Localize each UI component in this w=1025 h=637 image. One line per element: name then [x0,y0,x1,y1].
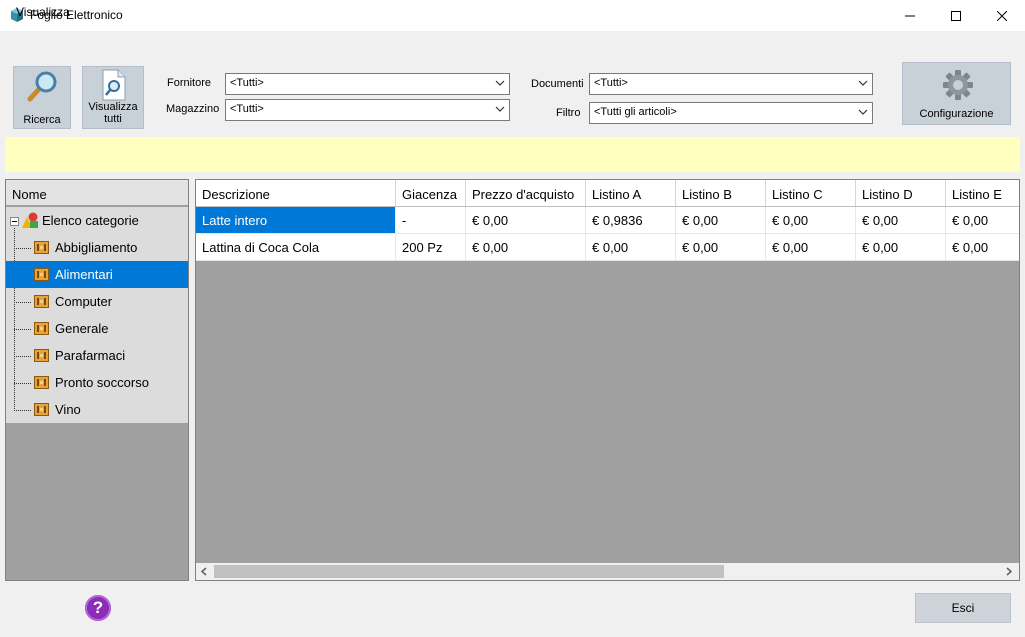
documenti-value: <Tutti> [594,77,628,89]
tree-item-vino[interactable]: Vino [6,396,188,423]
tree-item-label: Pronto soccorso [55,375,149,390]
column-header-listino-a[interactable]: Listino A [586,180,676,206]
grid-header: Descrizione Giacenza Prezzo d'acquisto L… [196,180,1019,207]
tree-item-label: Generale [55,321,109,336]
collapse-icon[interactable] [10,217,19,226]
title-bar [0,0,1025,31]
cell-descrizione[interactable]: Latte intero [196,207,396,234]
close-icon [997,10,1007,21]
categories-icon [22,212,38,228]
cell-prezzo-acquisto[interactable]: € 0,00 [466,234,586,261]
folder-icon [34,349,49,362]
chevron-down-icon [858,80,868,86]
category-tree: Elenco categorie Abbigliamento Alimentar… [6,207,188,423]
folder-icon [34,268,49,281]
gear-icon [943,70,973,100]
cell-listino-d[interactable]: € 0,00 [856,234,946,261]
filtro-value: <Tutti gli articoli> [594,106,677,118]
tree-item-label: Abbigliamento [55,240,138,255]
column-header-prezzo-acquisto[interactable]: Prezzo d'acquisto [466,180,586,206]
cell-listino-c[interactable]: € 0,00 [766,234,856,261]
configuration-label: Configurazione [919,108,994,120]
document-search-icon [102,69,126,101]
search-button-label: Ricerca [23,114,61,126]
maximize-button[interactable] [933,0,979,31]
scroll-left-icon[interactable] [200,567,208,576]
column-header-listino-b[interactable]: Listino B [676,180,766,206]
minimize-icon [905,15,915,16]
folder-icon [34,322,49,335]
table-row[interactable]: Lattina di Coca Cola 200 Pz € 0,00 € 0,0… [196,234,1019,261]
close-button[interactable] [979,0,1025,31]
tree-root-elenco-categorie[interactable]: Elenco categorie [6,207,188,234]
scroll-right-icon[interactable] [1005,567,1013,576]
cell-listino-c[interactable]: € 0,00 [766,207,856,234]
info-bar [5,137,1020,172]
cell-listino-d[interactable]: € 0,00 [856,207,946,234]
tree-item-abbigliamento[interactable]: Abbigliamento [6,234,188,261]
search-button[interactable]: Ricerca [13,66,71,129]
tree-root-label: Elenco categorie [42,213,139,228]
cell-listino-a[interactable]: € 0,00 [586,234,676,261]
horizontal-scrollbar[interactable] [196,563,1019,580]
column-header-descrizione[interactable]: Descrizione [196,180,396,206]
maximize-icon [951,10,961,21]
cell-listino-a[interactable]: € 0,9836 [586,207,676,234]
magnifier-icon [27,71,57,102]
cell-descrizione[interactable]: Lattina di Coca Cola [196,234,396,261]
folder-icon [34,376,49,389]
fornitore-dropdown[interactable]: <Tutti> [225,73,510,95]
documenti-label: Documenti [531,78,584,90]
tree-item-parafarmaci[interactable]: Parafarmaci [6,342,188,369]
tree-item-label: Alimentari [55,267,113,282]
cell-giacenza[interactable]: 200 Pz [396,234,466,261]
tree-item-label: Computer [55,294,113,309]
cell-listino-b[interactable]: € 0,00 [676,207,766,234]
tree-header-nome[interactable]: Nome [6,180,188,206]
minimize-button[interactable] [887,0,933,31]
show-all-label-line1: Visualizza [88,101,138,113]
fornitore-value: <Tutti> [230,77,264,89]
chevron-down-icon [495,80,505,86]
exit-button[interactable]: Esci [915,593,1011,623]
chevron-down-icon [858,109,868,115]
folder-icon [34,241,49,254]
cell-listino-e[interactable]: € 0,00 [946,207,1019,234]
show-all-label-line2: tutti [104,113,122,125]
filtro-dropdown[interactable]: <Tutti gli articoli> [589,102,873,124]
column-header-listino-d[interactable]: Listino D [856,180,946,206]
documenti-dropdown[interactable]: <Tutti> [589,73,873,95]
tree-item-label: Vino [55,402,81,417]
grid-rows: Latte intero - € 0,00 € 0,9836 € 0,00 € … [196,207,1019,261]
configuration-button[interactable]: Configurazione [902,62,1011,125]
show-all-button[interactable]: Visualizza tutti [82,66,144,129]
tree-item-pronto-soccorso[interactable]: Pronto soccorso [6,369,188,396]
column-header-listino-e[interactable]: Listino E [946,180,1019,206]
table-row[interactable]: Latte intero - € 0,00 € 0,9836 € 0,00 € … [196,207,1019,234]
magazzino-label: Magazzino [166,103,220,115]
tree-item-computer[interactable]: Computer [6,288,188,315]
folder-icon [34,403,49,416]
help-button[interactable]: ? [85,595,111,621]
menu-bar [0,31,1025,55]
fornitore-label: Fornitore [167,77,212,89]
folder-icon [34,295,49,308]
cell-listino-b[interactable]: € 0,00 [676,234,766,261]
filtro-label: Filtro [556,107,581,119]
tree-item-label: Parafarmaci [55,348,126,363]
scrollbar-thumb[interactable] [214,565,724,578]
cell-prezzo-acquisto[interactable]: € 0,00 [466,207,586,234]
menu-visualizza[interactable]: Visualizza [16,5,70,19]
tree-item-alimentari[interactable]: Alimentari [6,261,188,288]
cell-listino-e[interactable]: € 0,00 [946,234,1019,261]
column-header-giacenza[interactable]: Giacenza [396,180,466,206]
magazzino-dropdown[interactable]: <Tutti> [225,99,510,121]
cell-giacenza[interactable]: - [396,207,466,234]
chevron-down-icon [495,106,505,112]
tree-item-generale[interactable]: Generale [6,315,188,342]
column-header-listino-c[interactable]: Listino C [766,180,856,206]
magazzino-value: <Tutti> [230,103,264,115]
